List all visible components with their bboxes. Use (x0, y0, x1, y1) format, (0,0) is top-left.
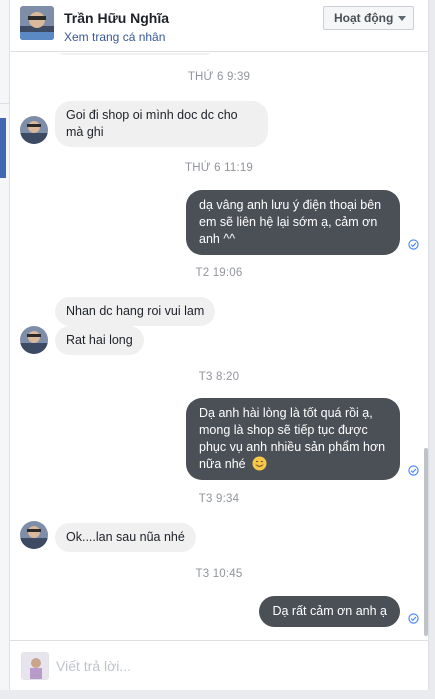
smiling-face-emoji (252, 456, 267, 471)
timestamp: T2 19:06 (195, 267, 243, 279)
message-incoming: Goi đi shop oi mình doc dc cho mà ghi (55, 101, 268, 147)
scrollbar[interactable] (424, 448, 428, 636)
sender-avatar (20, 521, 48, 549)
active-indicator (0, 118, 6, 178)
caret-down-icon (398, 16, 406, 21)
timestamp: THỨ 6 11:19 (184, 162, 254, 174)
contact-name[interactable]: Trần Hữu Nghĩa (64, 10, 169, 26)
message-incoming: Nhan dc hang roi vui lam (55, 297, 216, 326)
view-profile-link[interactable]: Xem trang cá nhân (64, 30, 165, 44)
check-circle-icon (408, 613, 419, 624)
message-outgoing: dạ vâng anh lưu ý điện thoại bên em sẽ l… (186, 190, 400, 255)
timestamp: T3 9:34 (198, 493, 240, 505)
message-outgoing: Dạ rất cảm ơn anh ạ (259, 596, 400, 627)
message-incoming: Rat hai long (55, 326, 144, 355)
background-strip (0, 0, 9, 699)
status-label: Hoạt động (334, 11, 394, 25)
message-bubble-partial (55, 53, 215, 55)
user-avatar (21, 652, 49, 680)
chat-header: Trần Hữu Nghĩa Xem trang cá nhân Hoạt độ… (10, 0, 428, 52)
message-outgoing: Dạ anh hài lòng là tốt quá rồi ạ, mong l… (186, 398, 400, 480)
chat-panel: Trần Hữu Nghĩa Xem trang cá nhân Hoạt độ… (9, 0, 429, 699)
message-incoming: Ok....lan sau nũa nhé (55, 523, 196, 552)
divider (0, 103, 9, 104)
sender-avatar (20, 116, 48, 144)
timestamp: THỨ 6 9:39 (187, 71, 251, 83)
check-circle-icon (408, 239, 419, 250)
reply-composer (10, 640, 428, 690)
contact-avatar[interactable] (20, 6, 54, 40)
sender-avatar (20, 326, 48, 354)
status-dropdown[interactable]: Hoạt động (323, 6, 414, 30)
message-text: Dạ anh hài lòng là tốt quá rồi ạ, mong l… (199, 406, 386, 471)
background-strip-bottom (0, 690, 435, 699)
reply-input[interactable] (56, 656, 406, 676)
timestamp: T3 8:20 (198, 371, 240, 383)
message-list[interactable]: THỨ 6 9:39 Goi đi shop oi mình doc dc ch… (10, 53, 428, 640)
check-circle-icon (408, 465, 419, 476)
timestamp: T3 10:45 (195, 568, 243, 580)
